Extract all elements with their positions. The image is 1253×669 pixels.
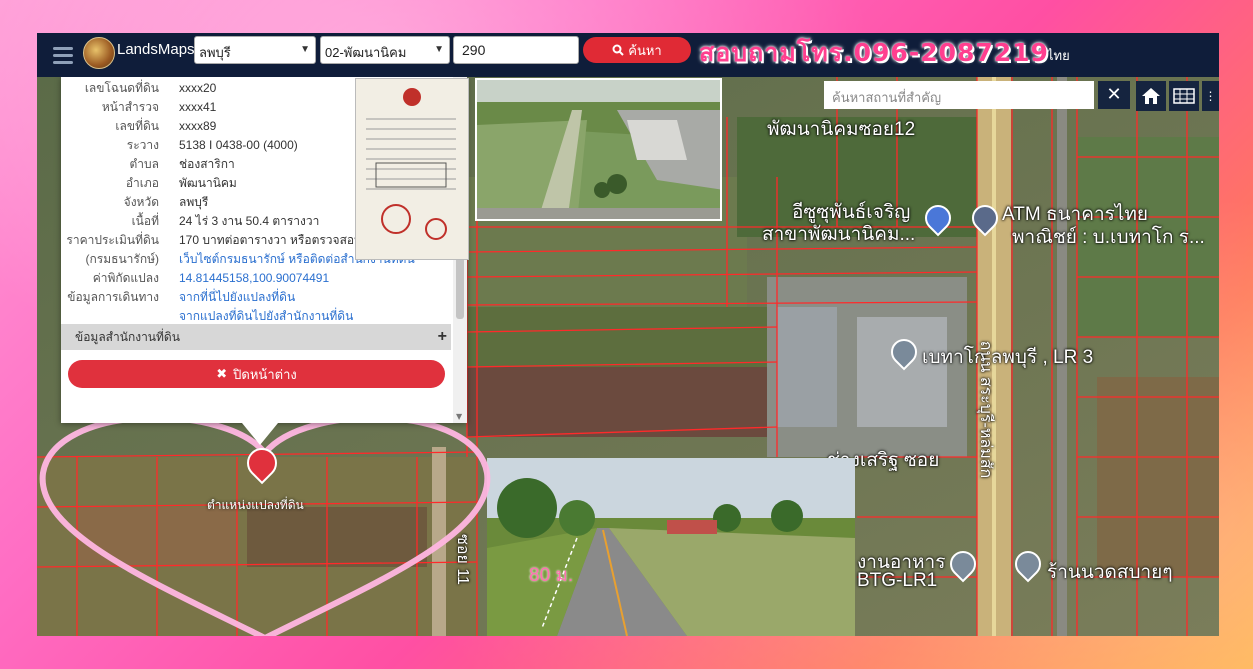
detail-key: ค่าพิกัดแปลง	[92, 271, 159, 285]
hamburger-menu-icon[interactable]	[53, 43, 73, 65]
poi-label: พาณิชย์ : บ.เบทาโก ร...	[1012, 227, 1205, 248]
detail-value: พัฒนานิคม	[179, 176, 237, 190]
detail-value: xxxx41	[179, 100, 217, 114]
poi-label: เบทาโก ลพบุรี , LR 3	[922, 347, 1094, 368]
detail-key: เลขโฉนดที่ดิน	[84, 81, 159, 95]
chevron-down-icon: ▼	[434, 44, 444, 55]
heart-outline-decoration	[39, 414, 491, 636]
marker-label: ตำแหน่งแปลงที่ดิน	[207, 498, 304, 512]
language-label[interactable]: ไทย	[1047, 45, 1070, 66]
search-button-label: ค้นหา	[628, 42, 662, 58]
close-button-label: ปิดหน้าต่าง	[233, 366, 297, 382]
close-icon: ✕	[1106, 84, 1122, 105]
search-button[interactable]: ค้นหา	[583, 37, 691, 63]
layers-icon: ⋮	[1204, 89, 1217, 103]
panel-pointer	[242, 423, 278, 445]
more-tools-button[interactable]: ⋮	[1202, 81, 1219, 111]
home-button[interactable]	[1136, 81, 1166, 111]
top-navigation-bar: LandsMaps ลพบุรี ▼ 02-พัฒนานิคม ▼ 290 ค้…	[37, 33, 1219, 77]
district-value: 02-พัฒนานิคม	[325, 45, 407, 60]
clear-search-button[interactable]: ✕	[1098, 81, 1130, 109]
section-label: ข้อมูลสำนักงานที่ดิน	[75, 330, 180, 344]
detail-value: 5138 I 0438-00 (4000)	[179, 138, 298, 152]
grid-icon	[1173, 88, 1195, 104]
detail-value: 170 บาทต่อตารางวา หรือตรวจสอบ	[179, 233, 362, 247]
aerial-photo	[475, 78, 722, 221]
close-icon: ✖	[216, 366, 228, 381]
province-select[interactable]: ลพบุรี ▼	[194, 36, 316, 64]
detail-value: ลพบุรี	[179, 195, 209, 209]
province-value: ลพบุรี	[199, 45, 231, 60]
place-search-placeholder: ค้นหาสถานที่สำคัญ	[832, 90, 942, 105]
land-office-section-header[interactable]: ข้อมูลสำนักงานที่ดิน +	[61, 324, 451, 350]
poi-label: พัฒนานิคมซอย12	[767, 119, 916, 140]
detail-key: ข้อมูลการเดินทาง	[67, 290, 159, 304]
detail-key: ระวาง	[126, 138, 159, 152]
title-deed-image[interactable]	[355, 78, 469, 260]
parcel-number-value: 290	[462, 42, 486, 58]
landsmaps-app: พัฒนานิคมซอย12 อีซูซุพันธ์เจริญ สาขาพัฒน…	[37, 33, 1219, 636]
detail-row: ข้อมูลการเดินทาง จากที่นี่ไปยังแปลงที่ดิน	[61, 288, 461, 307]
search-icon	[612, 44, 624, 56]
district-select[interactable]: 02-พัฒนานิคม ▼	[320, 36, 450, 64]
detail-key: (กรมธนารักษ์)	[85, 252, 160, 266]
detail-value: ช่องสาริกา	[179, 157, 235, 171]
phone-contact-overlay: สอบถามโทร.096-2087219	[699, 38, 1049, 67]
parcel-number-input[interactable]: 290	[453, 36, 579, 64]
road-label: ถนน สระบุรี-หล่มสัก	[977, 340, 995, 479]
poi-label: ร้านนวดสบายๆ	[1047, 562, 1173, 583]
detail-value[interactable]: 14.81445158,100.90074491	[179, 269, 329, 288]
detail-key: เลขที่ดิน	[115, 119, 159, 133]
detail-value[interactable]: จากที่นี่ไปยังแปลงที่ดิน	[179, 288, 295, 307]
detail-key: อำเภอ	[125, 176, 159, 190]
home-icon	[1142, 88, 1160, 104]
detail-key: ตำบล	[129, 157, 159, 171]
landsmaps-logo	[83, 37, 115, 69]
detail-key: จังหวัด	[123, 195, 159, 209]
distance-label: 80 ม.	[529, 565, 574, 586]
detail-key: ราคาประเมินที่ดิน	[66, 233, 159, 247]
chevron-down-icon: ▼	[300, 44, 310, 55]
detail-value: xxxx20	[179, 81, 217, 95]
detail-row: ค่าพิกัดแปลง 14.81445158,100.90074491	[61, 269, 461, 288]
poi-label: สาขาพัฒนานิคม...	[762, 224, 916, 245]
expand-plus-icon[interactable]: +	[438, 324, 447, 350]
scroll-down-arrow-icon[interactable]: ▼	[456, 412, 462, 421]
roadside-photo: 80 ม.	[487, 458, 855, 636]
detail-key: หน้าสำรวจ	[101, 100, 159, 114]
grid-toggle-button[interactable]	[1169, 81, 1199, 111]
close-window-button[interactable]: ✖ ปิดหน้าต่าง	[68, 360, 445, 388]
place-search-input[interactable]: ค้นหาสถานที่สำคัญ	[824, 81, 1094, 109]
brand-name: LandsMaps	[117, 41, 195, 58]
detail-value: 24 ไร่ 3 งาน 50.4 ตารางวา	[179, 214, 320, 228]
poi-label: BTG-LR1	[857, 570, 938, 591]
detail-key: เนื้อที่	[131, 214, 159, 228]
detail-value: xxxx89	[179, 119, 217, 133]
